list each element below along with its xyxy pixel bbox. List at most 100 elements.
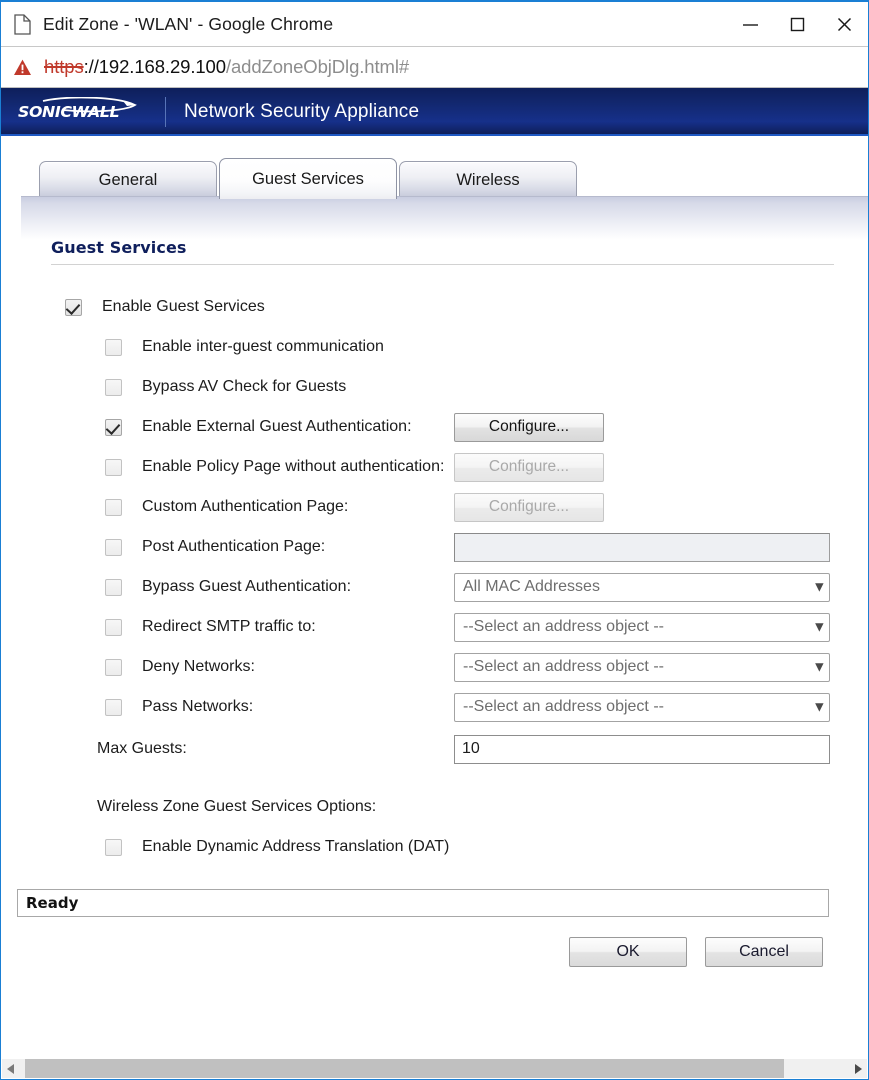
label-deny-networks: Deny Networks:	[142, 658, 255, 676]
row-bypass-guest-authentication: Bypass Guest Authentication: All MAC Add…	[1, 567, 868, 607]
select-deny-networks-value: --Select an address object --	[463, 658, 664, 676]
chevron-down-icon: ▶	[813, 623, 824, 631]
section-header: Guest Services	[51, 238, 834, 265]
select-deny-networks[interactable]: --Select an address object -- ▶	[454, 653, 830, 682]
label-wireless-zone-options: Wireless Zone Guest Services Options:	[97, 798, 376, 816]
ok-button[interactable]: OK	[569, 937, 687, 967]
checkbox-enable-external-guest-authentication[interactable]	[105, 419, 122, 436]
checkbox-bypass-guest-authentication[interactable]	[105, 579, 122, 596]
row-wireless-zone-options: Wireless Zone Guest Services Options:	[1, 787, 868, 827]
label-bypass-guest-authentication: Bypass Guest Authentication:	[142, 578, 351, 596]
minimize-button[interactable]	[727, 2, 774, 47]
configure-button-custom-authentication-page[interactable]: Configure...	[454, 493, 604, 522]
banner-title: Network Security Appliance	[184, 101, 419, 123]
label-redirect-smtp-traffic-to: Redirect SMTP traffic to:	[142, 618, 316, 636]
not-secure-warning-icon	[13, 58, 32, 77]
scroll-right-arrow-icon[interactable]	[849, 1059, 867, 1078]
select-pass-networks[interactable]: --Select an address object -- ▶	[454, 693, 830, 722]
url-path: /addZoneObjDlg.html#	[226, 56, 409, 77]
section-title: Guest Services	[51, 238, 834, 257]
status-text: Ready	[26, 894, 78, 912]
sonicwall-logo: SONICWALL	[19, 99, 139, 125]
horizontal-scrollbar[interactable]	[2, 1059, 867, 1078]
sonicwall-swoosh-icon	[41, 97, 139, 117]
select-bypass-guest-authentication-value: All MAC Addresses	[463, 578, 600, 596]
label-custom-authentication-page: Custom Authentication Page:	[142, 498, 348, 516]
browser-window: Edit Zone - 'WLAN' - Google Chrome https…	[0, 0, 869, 1080]
label-max-guests: Max Guests:	[97, 740, 187, 758]
form-body: Guest Services Enable Guest Services Ena…	[1, 238, 868, 967]
banner-divider	[165, 97, 166, 127]
configure-button-external-guest-authentication[interactable]: Configure...	[454, 413, 604, 442]
select-pass-networks-value: --Select an address object --	[463, 698, 664, 716]
select-redirect-smtp-traffic-to[interactable]: --Select an address object -- ▶	[454, 613, 830, 642]
tab-strip: General Guest Services Wireless	[1, 136, 868, 198]
tab-general[interactable]: General	[39, 161, 217, 199]
label-bypass-av-check-for-guests: Bypass AV Check for Guests	[142, 378, 346, 396]
row-deny-networks: Deny Networks: --Select an address objec…	[1, 647, 868, 687]
row-enable-policy-page-without-authentication: Enable Policy Page without authenticatio…	[1, 447, 868, 487]
checkbox-custom-authentication-page[interactable]	[105, 499, 122, 516]
chevron-down-icon: ▶	[813, 703, 824, 711]
tab-wireless[interactable]: Wireless	[399, 161, 577, 199]
row-bypass-av-check-for-guests: Bypass AV Check for Guests	[1, 367, 868, 407]
tab-guest-services[interactable]: Guest Services	[219, 158, 397, 199]
checkbox-post-authentication-page[interactable]	[105, 539, 122, 556]
tab-guest-services-label: Guest Services	[252, 170, 364, 189]
checkbox-enable-guest-services[interactable]	[65, 299, 82, 316]
scrollbar-thumb[interactable]	[25, 1059, 784, 1078]
row-enable-dynamic-address-translation: Enable Dynamic Address Translation (DAT)	[1, 827, 868, 867]
tab-list: General Guest Services Wireless	[39, 158, 868, 199]
configure-button-policy-page[interactable]: Configure...	[454, 453, 604, 482]
sonicwall-banner: SONICWALL Network Security Appliance	[1, 88, 868, 136]
scroll-left-arrow-icon[interactable]	[2, 1059, 20, 1078]
title-bar: Edit Zone - 'WLAN' - Google Chrome	[1, 2, 868, 47]
checkbox-enable-dynamic-address-translation[interactable]	[105, 839, 122, 856]
checkbox-pass-networks[interactable]	[105, 699, 122, 716]
label-enable-inter-guest-communication: Enable inter-guest communication	[142, 338, 384, 356]
address-bar[interactable]: https://192.168.29.100/addZoneObjDlg.htm…	[1, 47, 868, 88]
chevron-down-icon: ▶	[813, 663, 824, 671]
checkbox-enable-policy-page-without-authentication[interactable]	[105, 459, 122, 476]
input-post-authentication-page[interactable]	[454, 533, 830, 562]
tab-content-top-gradient	[21, 196, 868, 240]
row-pass-networks: Pass Networks: --Select an address objec…	[1, 687, 868, 727]
row-post-authentication-page: Post Authentication Page:	[1, 527, 868, 567]
label-post-authentication-page: Post Authentication Page:	[142, 538, 325, 556]
window-controls	[727, 2, 868, 47]
row-enable-external-guest-authentication: Enable External Guest Authentication: Co…	[1, 407, 868, 447]
row-max-guests: Max Guests: 10	[1, 729, 868, 769]
tab-general-label: General	[99, 171, 158, 190]
row-enable-guest-services: Enable Guest Services	[1, 287, 868, 327]
page-document-icon	[14, 14, 31, 35]
status-bar: Ready	[17, 889, 829, 917]
scrollbar-track[interactable]	[20, 1059, 849, 1078]
label-enable-guest-services: Enable Guest Services	[102, 298, 265, 316]
label-enable-policy-page-without-authentication: Enable Policy Page without authenticatio…	[142, 458, 444, 476]
row-redirect-smtp-traffic-to: Redirect SMTP traffic to: --Select an ad…	[1, 607, 868, 647]
chevron-down-icon: ▶	[813, 583, 824, 591]
dialog-footer: OK Cancel	[1, 937, 868, 967]
url-text[interactable]: https://192.168.29.100/addZoneObjDlg.htm…	[44, 56, 409, 78]
checkbox-redirect-smtp-traffic-to[interactable]	[105, 619, 122, 636]
checkbox-bypass-av-check-for-guests[interactable]	[105, 379, 122, 396]
label-enable-external-guest-authentication: Enable External Guest Authentication:	[142, 418, 412, 436]
label-pass-networks: Pass Networks:	[142, 698, 253, 716]
cancel-button[interactable]: Cancel	[705, 937, 823, 967]
maximize-button[interactable]	[774, 2, 821, 47]
url-scheme: https	[44, 56, 84, 77]
window-title: Edit Zone - 'WLAN' - Google Chrome	[43, 14, 333, 35]
tab-wireless-label: Wireless	[456, 171, 519, 190]
checkbox-enable-inter-guest-communication[interactable]	[105, 339, 122, 356]
checkbox-deny-networks[interactable]	[105, 659, 122, 676]
select-bypass-guest-authentication[interactable]: All MAC Addresses ▶	[454, 573, 830, 602]
section-divider	[51, 264, 834, 265]
url-host: ://192.168.29.100	[84, 56, 226, 77]
input-max-guests[interactable]: 10	[454, 735, 830, 764]
row-custom-authentication-page: Custom Authentication Page: Configure...	[1, 487, 868, 527]
row-enable-inter-guest-communication: Enable inter-guest communication	[1, 327, 868, 367]
label-enable-dynamic-address-translation: Enable Dynamic Address Translation (DAT)	[142, 838, 449, 856]
close-button[interactable]	[821, 2, 868, 47]
select-redirect-smtp-traffic-to-value: --Select an address object --	[463, 618, 664, 636]
guest-services-form: Enable Guest Services Enable inter-guest…	[1, 287, 868, 867]
